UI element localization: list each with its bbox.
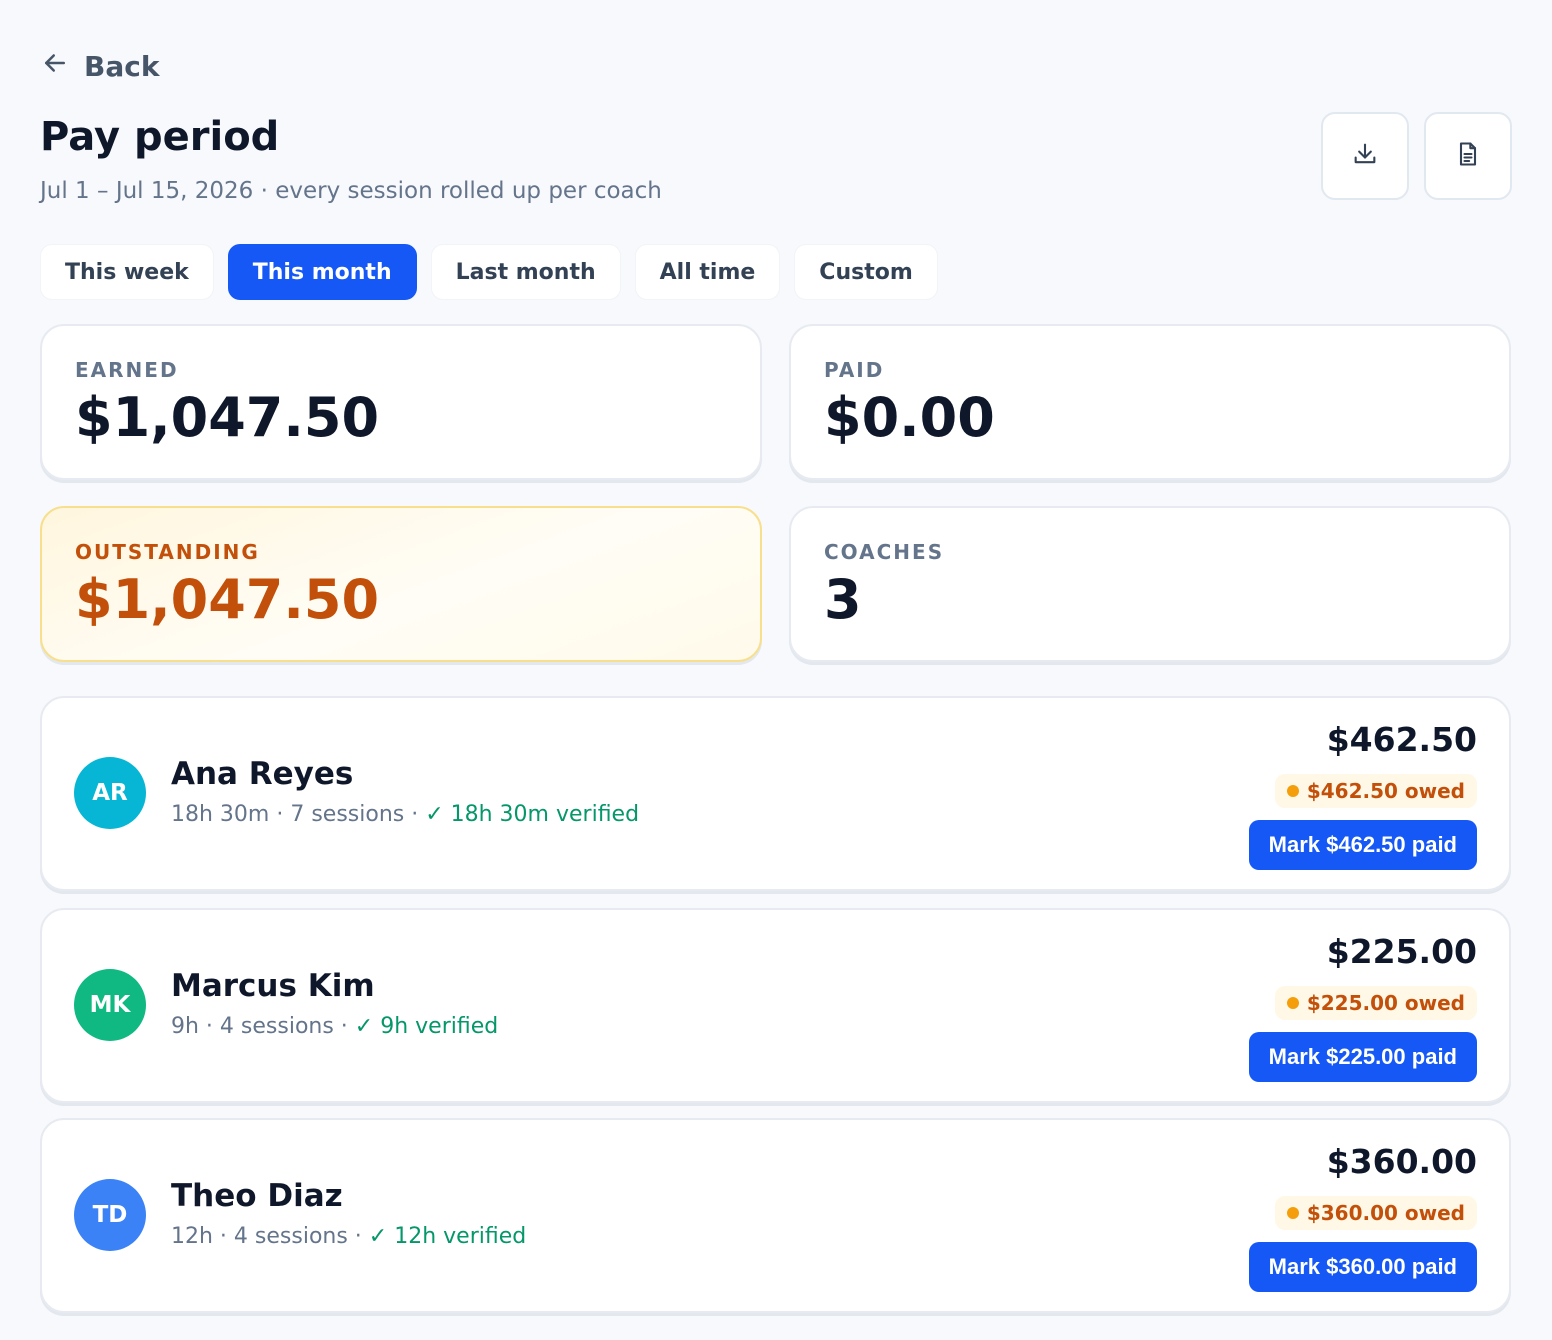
coach-amount: $225.00: [1326, 932, 1477, 971]
coach-amount: $360.00: [1326, 1142, 1477, 1181]
status-dot-icon: [1286, 997, 1299, 1009]
coach-name: Marcus Kim: [171, 968, 375, 1004]
coaches-card: COACHES 3: [789, 506, 1511, 662]
page-subtitle: Jul 1 – Jul 15, 2026 · every session rol…: [40, 178, 662, 204]
tab-custom[interactable]: Custom: [794, 244, 938, 300]
paid-value: $0.00: [824, 386, 995, 449]
earned-card: EARNED $1,047.50: [40, 324, 762, 480]
period-tabs: This week This month Last month All time…: [40, 244, 938, 300]
coach-amount: $462.50: [1326, 720, 1477, 759]
outstanding-card: OUTSTANDING $1,047.50: [40, 506, 762, 662]
verified-hours: ✓ 9h verified: [354, 1014, 499, 1039]
coach-row: AR Ana Reyes 18h 30m · 7 sessions · ✓ 18…: [40, 696, 1511, 891]
download-icon: [1351, 140, 1379, 172]
paid-label: PAID: [824, 358, 885, 382]
verified-hours: ✓ 12h verified: [368, 1224, 527, 1249]
coach-hours-sessions: 9h · 4 sessions ·: [171, 1014, 355, 1039]
owed-badge: $360.00 owed: [1274, 1196, 1477, 1230]
document-icon: [1454, 140, 1482, 172]
back-link[interactable]: Back: [40, 48, 159, 85]
avatar: MK: [74, 969, 146, 1041]
arrow-left-icon: [40, 48, 70, 85]
coaches-label: COACHES: [824, 540, 945, 564]
owed-badge: $225.00 owed: [1274, 986, 1477, 1020]
tab-this-week[interactable]: This week: [40, 244, 214, 300]
tab-last-month[interactable]: Last month: [430, 244, 621, 300]
mark-paid-button[interactable]: Mark $360.00 paid: [1248, 1242, 1477, 1292]
owed-label: $225.00 owed: [1306, 991, 1465, 1015]
earned-value: $1,047.50: [75, 386, 380, 449]
owed-badge: $462.50 owed: [1274, 774, 1477, 808]
coach-hours-sessions: 12h · 4 sessions ·: [171, 1224, 369, 1249]
page-title: Pay period: [40, 114, 280, 160]
coaches-value: 3: [824, 568, 862, 631]
download-button[interactable]: [1321, 112, 1409, 200]
paid-card: PAID $0.00: [789, 324, 1511, 480]
tab-this-month[interactable]: This month: [227, 244, 417, 300]
verified-hours: ✓ 18h 30m verified: [425, 802, 640, 827]
tab-all-time[interactable]: All time: [634, 244, 781, 300]
coach-name: Theo Diaz: [171, 1178, 343, 1214]
owed-label: $462.50 owed: [1306, 779, 1465, 803]
coach-name: Ana Reyes: [171, 756, 354, 792]
coach-hours-sessions: 18h 30m · 7 sessions ·: [171, 802, 426, 827]
report-button[interactable]: [1424, 112, 1512, 200]
earned-label: EARNED: [75, 358, 179, 382]
coach-row: TD Theo Diaz 12h · 4 sessions · ✓ 12h ve…: [40, 1118, 1511, 1313]
avatar: AR: [74, 757, 146, 829]
mark-paid-button[interactable]: Mark $225.00 paid: [1248, 1032, 1477, 1082]
avatar: TD: [74, 1179, 146, 1251]
status-dot-icon: [1286, 1207, 1299, 1219]
coach-row: MK Marcus Kim 9h · 4 sessions · ✓ 9h ver…: [40, 908, 1511, 1103]
outstanding-label: OUTSTANDING: [75, 540, 260, 564]
mark-paid-button[interactable]: Mark $462.50 paid: [1248, 820, 1477, 870]
coach-meta: 18h 30m · 7 sessions · ✓ 18h 30m verifie…: [171, 802, 639, 827]
owed-label: $360.00 owed: [1306, 1201, 1465, 1225]
status-dot-icon: [1286, 785, 1299, 797]
coach-meta: 9h · 4 sessions · ✓ 9h verified: [171, 1014, 498, 1039]
outstanding-value: $1,047.50: [75, 568, 380, 631]
back-label: Back: [84, 50, 160, 83]
coach-meta: 12h · 4 sessions · ✓ 12h verified: [171, 1224, 526, 1249]
